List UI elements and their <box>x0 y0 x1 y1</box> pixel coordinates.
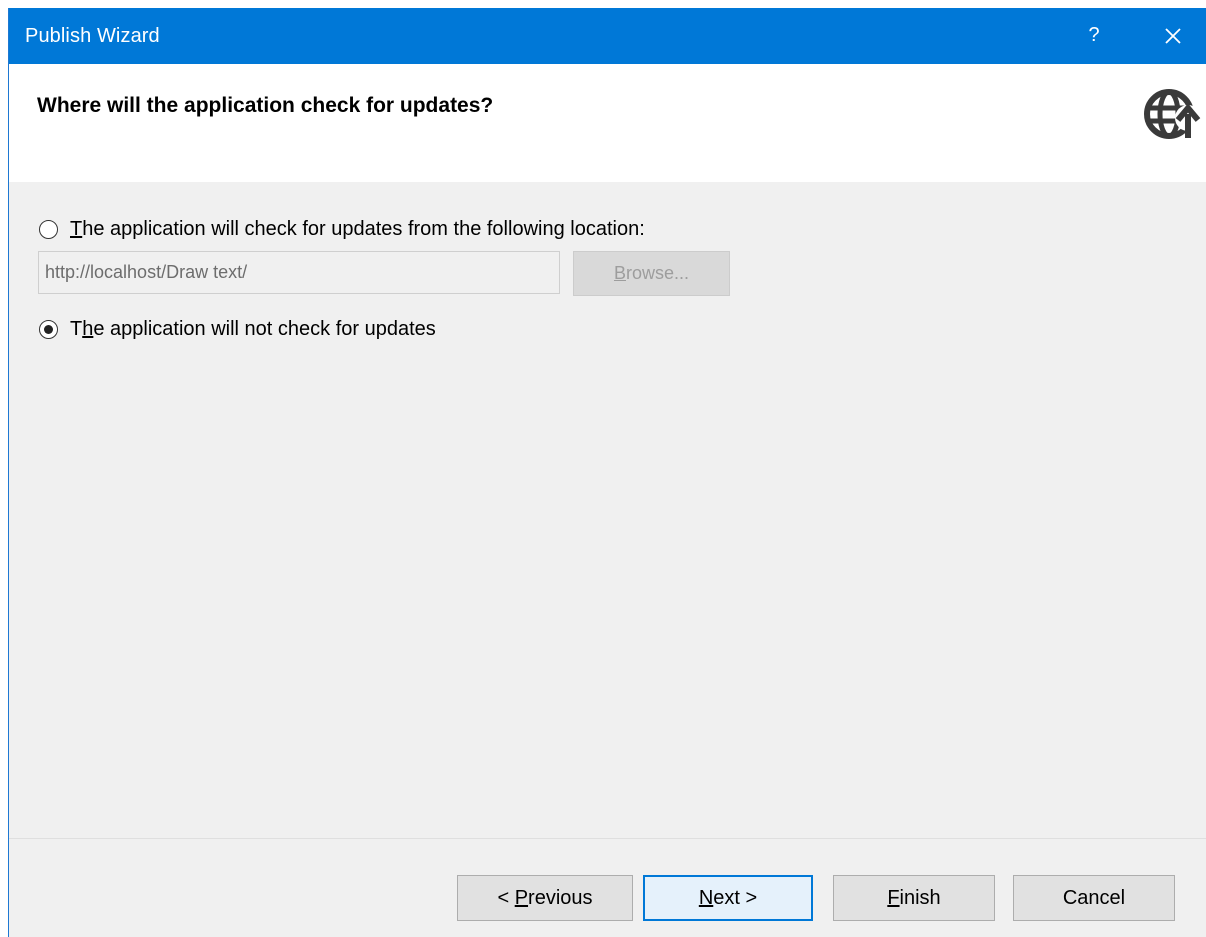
finish-button[interactable]: Finish <box>833 875 995 921</box>
browse-button[interactable]: Browse... <box>573 251 730 296</box>
publish-wizard-window: Publish Wizard ? Where will the applicat… <box>8 8 1206 937</box>
no-check-radio[interactable] <box>39 320 58 339</box>
check-location-label: The application will check for updates f… <box>70 218 645 240</box>
cancel-button[interactable]: Cancel <box>1013 875 1175 921</box>
title-bar: Publish Wizard ? <box>9 8 1206 64</box>
check-location-radio[interactable] <box>39 220 58 239</box>
page-title: Where will the application check for upd… <box>37 94 494 117</box>
check-location-option[interactable]: The application will check for updates f… <box>39 218 645 241</box>
no-check-option[interactable]: The application will not check for updat… <box>39 318 436 341</box>
wizard-header: Where will the application check for upd… <box>9 64 1206 182</box>
next-button[interactable]: Next > <box>643 875 813 921</box>
close-button[interactable] <box>1156 20 1190 52</box>
help-button[interactable]: ? <box>1082 22 1106 48</box>
wizard-footer: < Previous Next > Finish Cancel <box>9 839 1206 937</box>
previous-button[interactable]: < Previous <box>457 875 633 921</box>
window-title: Publish Wizard <box>25 25 160 47</box>
close-icon <box>1165 28 1181 44</box>
globe-update-icon <box>1144 89 1201 139</box>
no-check-label: The application will not check for updat… <box>70 318 436 340</box>
wizard-content: The application will check for updates f… <box>9 182 1206 842</box>
update-location-input[interactable] <box>38 251 560 294</box>
